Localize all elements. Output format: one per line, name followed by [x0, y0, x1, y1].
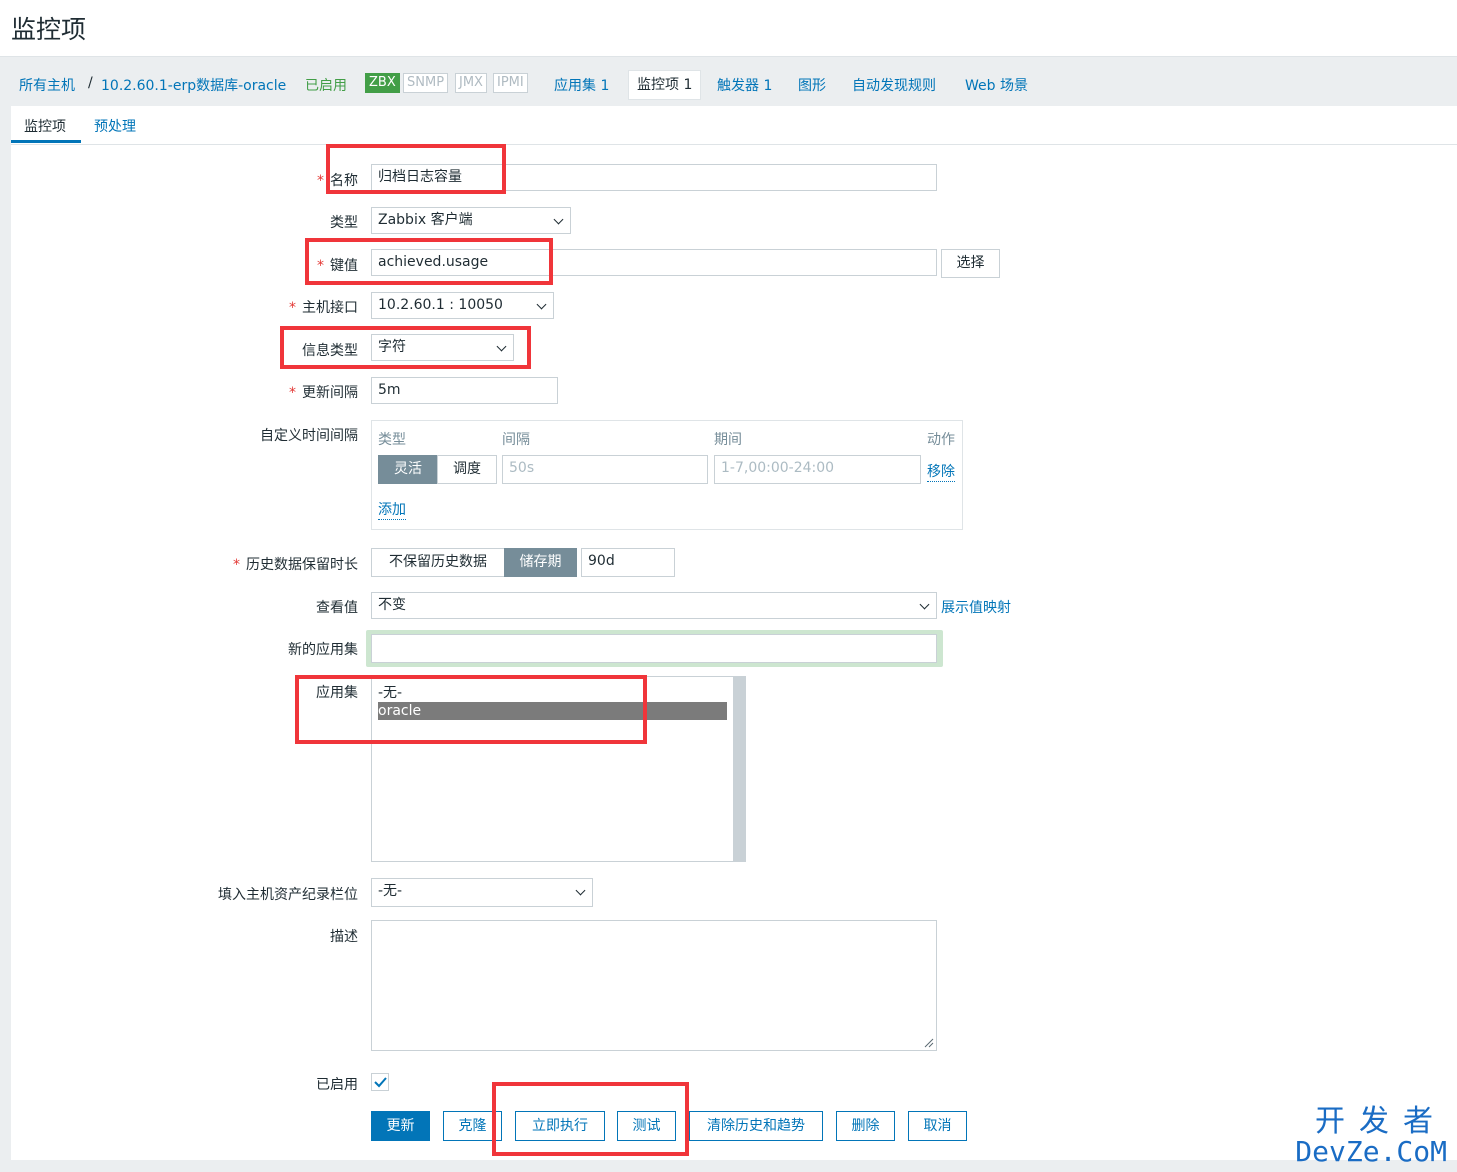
tab-preprocessing[interactable]: 预处理: [94, 116, 136, 136]
inventory-field-label: 填入主机资产纪录栏位: [218, 887, 358, 903]
info-type-label: 信息类型: [302, 343, 358, 359]
key-label: * 键值: [317, 258, 358, 274]
watermark-logo: 开发者 DevZe.CoM: [1295, 1106, 1447, 1166]
custom-intervals-label: 自定义时间间隔: [260, 428, 358, 444]
name-input[interactable]: 归档日志容量: [371, 164, 937, 191]
form-container: 监控项 预处理 * 名称 归档日志容量 类型 Zabbix 客户端 * 键值 ach…: [11, 106, 1457, 1160]
protocol-zbx-badge: ZBX: [365, 73, 400, 93]
nav-graphs[interactable]: 图形: [798, 75, 826, 95]
interval-input[interactable]: 50s: [502, 455, 708, 484]
page-title: 监控项: [11, 15, 87, 44]
execute-now-button[interactable]: 立即执行: [515, 1111, 605, 1141]
resize-handle-icon[interactable]: [924, 1038, 934, 1048]
cancel-button[interactable]: 取消: [908, 1111, 967, 1141]
col-interval-header: 间隔: [502, 432, 530, 448]
custom-intervals-table: 类型 间隔 期间 动作 灵活 调度 50s 1-7,00:00-24:00 移除…: [371, 420, 963, 530]
applications-label: 应用集: [316, 685, 358, 701]
enabled-checkbox[interactable]: [371, 1073, 389, 1091]
host-status-enabled[interactable]: 已启用: [305, 75, 347, 95]
interface-label: * 主机接口: [289, 300, 358, 316]
add-interval-link[interactable]: 添加: [378, 499, 406, 520]
new-application-label: 新的应用集: [288, 642, 358, 658]
history-period-input[interactable]: 90d: [581, 548, 675, 577]
inventory-field-select[interactable]: -无-: [371, 878, 593, 907]
key-select-button[interactable]: 选择: [941, 249, 1000, 278]
checkmark-icon: [374, 1077, 387, 1088]
history-label: * 历史数据保留时长: [233, 557, 358, 573]
tab-item[interactable]: 监控项: [24, 116, 66, 136]
interface-select[interactable]: 10.2.60.1 : 10050: [371, 292, 554, 319]
nav-items-active[interactable]: 监控项 1: [628, 70, 702, 100]
period-input[interactable]: 1-7,00:00-24:00: [714, 455, 921, 484]
application-option-none[interactable]: -无-: [378, 684, 402, 702]
show-value-select[interactable]: 不变: [371, 592, 937, 619]
clear-history-button[interactable]: 清除历史和趋势: [689, 1111, 823, 1141]
protocol-ipmi-badge: IPMI: [493, 73, 528, 93]
col-period-header: 期间: [714, 432, 742, 448]
description-textarea[interactable]: [371, 920, 937, 1051]
active-tab-indicator: [11, 140, 81, 143]
watermark-en-text: DevZe.CoM: [1295, 1135, 1447, 1168]
history-no-keep-toggle[interactable]: 不保留历史数据: [371, 548, 505, 577]
nav-applications[interactable]: 应用集 1: [554, 75, 609, 95]
applications-listbox[interactable]: -无- oracle: [371, 676, 746, 862]
key-input[interactable]: achieved.usage: [371, 249, 937, 276]
history-storage-toggle[interactable]: 储存期: [504, 548, 577, 577]
info-type-select[interactable]: 字符: [371, 334, 514, 361]
remove-interval-link[interactable]: 移除: [927, 461, 955, 482]
update-interval-label: * 更新间隔: [289, 385, 358, 401]
clone-button[interactable]: 克隆: [443, 1111, 502, 1141]
show-value-mapping-link[interactable]: 展示值映射: [941, 597, 1011, 617]
page-header: 监控项: [0, 0, 1457, 57]
enabled-label: 已启用: [316, 1077, 358, 1093]
show-value-label: 查看值: [316, 600, 358, 616]
watermark-cn-text: 开发者: [1315, 1104, 1447, 1139]
update-button[interactable]: 更新: [371, 1111, 430, 1141]
breadcrumb: 所有主机 / 10.2.60.1-erp数据库-oracle 已启用 ZBX S…: [0, 58, 1457, 105]
col-type-header: 类型: [378, 432, 406, 448]
nav-triggers[interactable]: 触发器 1: [717, 75, 772, 95]
breadcrumb-all-hosts[interactable]: 所有主机: [19, 75, 75, 95]
type-select[interactable]: Zabbix 客户端: [371, 207, 571, 234]
col-action-header: 动作: [927, 432, 955, 448]
flexible-toggle[interactable]: 灵活: [378, 455, 438, 484]
update-interval-input[interactable]: 5m: [371, 377, 558, 404]
application-option-oracle[interactable]: oracle: [378, 702, 727, 720]
type-label: 类型: [330, 215, 358, 231]
new-application-input[interactable]: [371, 634, 937, 663]
name-label: * 名称: [317, 173, 358, 189]
delete-button[interactable]: 删除: [836, 1111, 895, 1141]
nav-web-scenarios[interactable]: Web 场景: [965, 75, 1028, 95]
protocol-snmp-badge: SNMP: [403, 73, 449, 93]
nav-discovery-rules[interactable]: 自动发现规则: [852, 75, 936, 95]
breadcrumb-separator: /: [88, 75, 93, 91]
tab-bar: 监控项 预处理: [11, 106, 1457, 145]
test-button[interactable]: 测试: [617, 1111, 676, 1141]
breadcrumb-host[interactable]: 10.2.60.1-erp数据库-oracle: [101, 75, 286, 95]
description-label: 描述: [330, 929, 358, 945]
protocol-jmx-badge: JMX: [455, 73, 487, 93]
scheduling-toggle[interactable]: 调度: [437, 455, 497, 484]
listbox-scrollbar[interactable]: [733, 677, 745, 861]
